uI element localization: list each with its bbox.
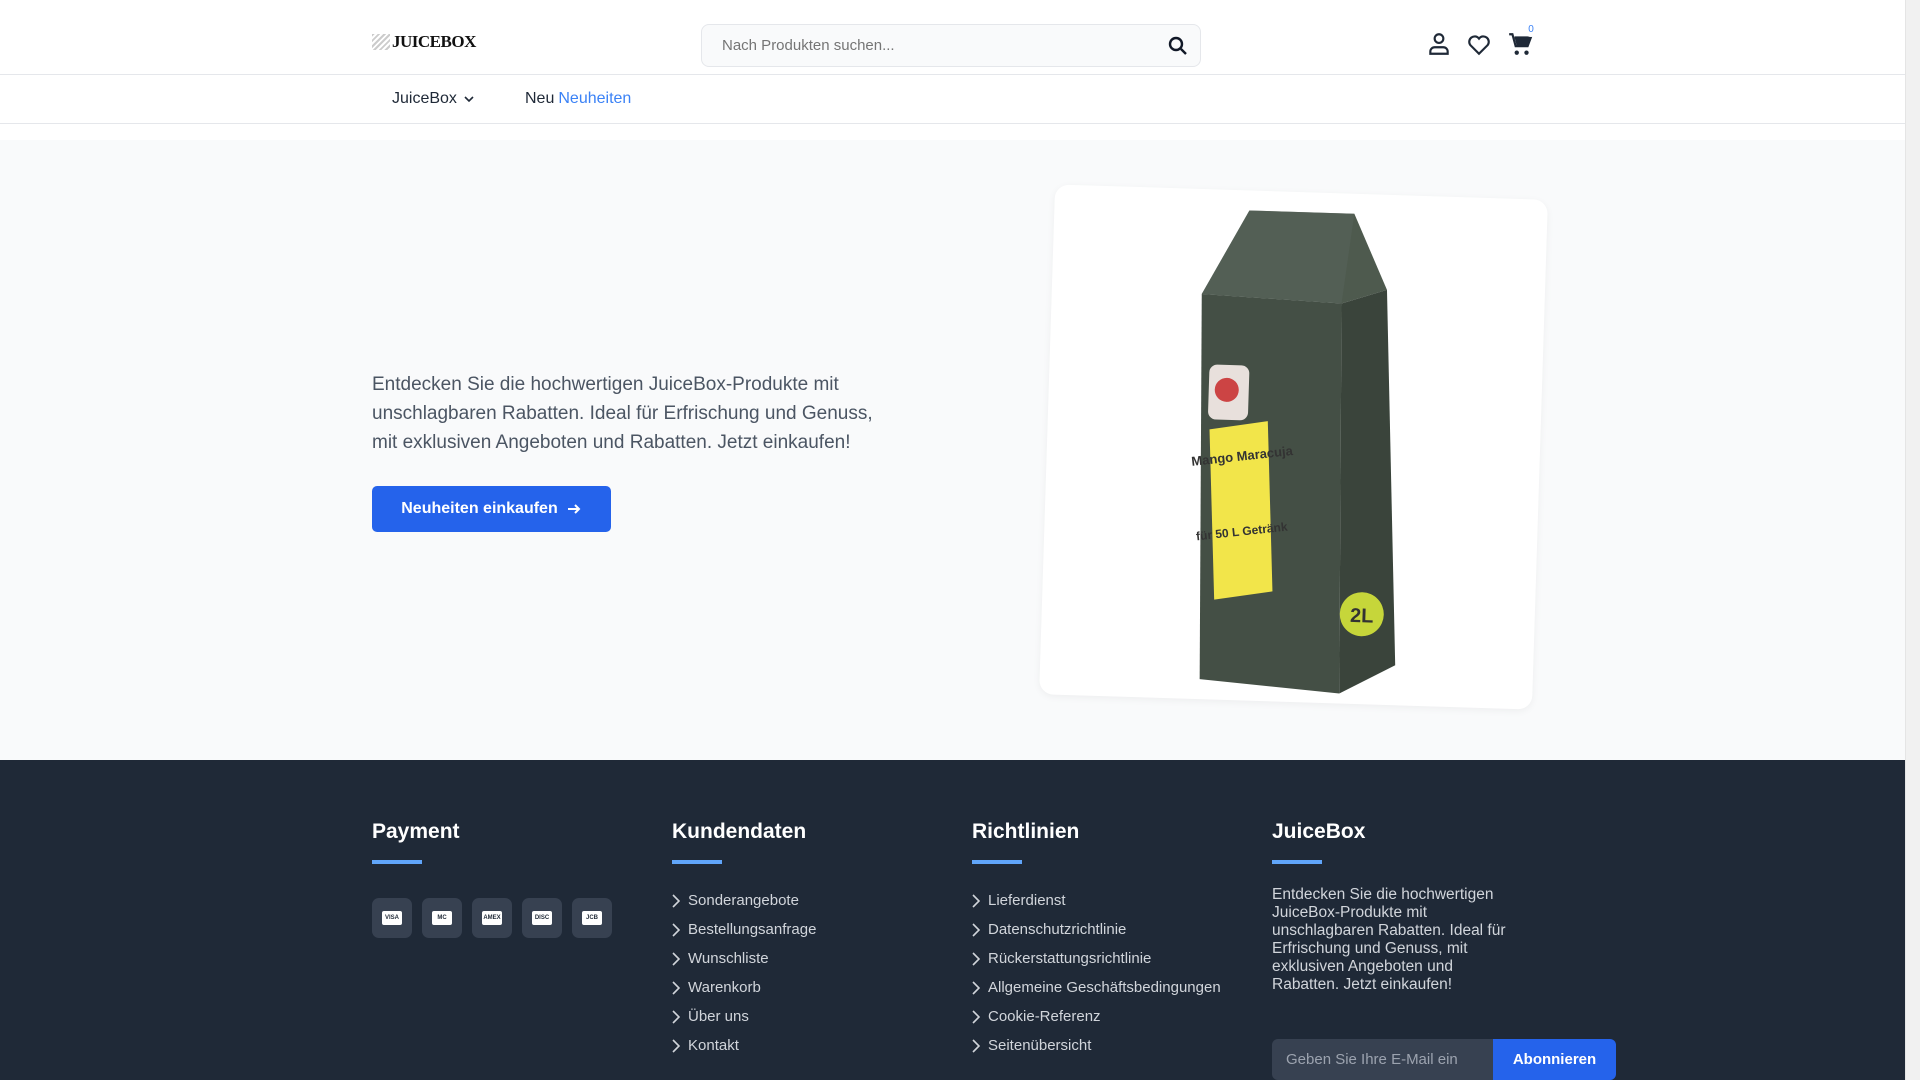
footer-link-label: Bestellungsanfrage [688, 921, 817, 938]
hero-section: Entdecken Sie die hochwertigen JuiceBox-… [0, 140, 1905, 760]
chevron-right-icon [672, 893, 680, 908]
search-input[interactable] [702, 25, 1142, 66]
heading-underline [672, 860, 722, 864]
shop-new-label: Neuheiten einkaufen [401, 500, 558, 517]
footer-link[interactable]: Über uns [672, 1002, 816, 1031]
logo-mark-icon [372, 34, 390, 50]
hero-text: Entdecken Sie die hochwertigen JuiceBox-… [372, 374, 873, 453]
footer-link-label: Seitenübersicht [988, 1037, 1092, 1054]
footer-link-label: Sonderangebote [688, 892, 799, 909]
footer-link[interactable]: Wunschliste [672, 944, 816, 973]
footer-juicebox: JuiceBox Entdecken Sie die hochwertigen … [1272, 820, 1616, 1080]
footer-link[interactable]: Sonderangebote [672, 886, 816, 915]
visa-icon: VISA [372, 898, 412, 938]
footer-link[interactable]: Kontakt [672, 1031, 816, 1060]
card-label: MC [432, 911, 452, 925]
product-image-card: Mango Maracuja für 50 L Getränk 2L [1039, 184, 1548, 710]
footer-link-label: Kontakt [688, 1037, 739, 1054]
arrow-right-icon [567, 504, 581, 514]
logo[interactable]: JUICEBOX [372, 32, 476, 52]
main-nav: JuiceBox Neu Neuheiten [0, 75, 1905, 124]
footer-link-label: Rückerstattungsrichtlinie [988, 950, 1152, 967]
user-icon[interactable] [1426, 31, 1452, 57]
subscribe-button[interactable]: Abonnieren [1493, 1039, 1616, 1080]
chevron-down-icon [464, 96, 474, 103]
footer-link-label: Warenkorb [688, 979, 761, 996]
discover-icon: DISC [522, 898, 562, 938]
search-icon[interactable] [1166, 34, 1190, 58]
nav-new-link[interactable]: Neuheiten [558, 90, 631, 107]
mastercard-icon: MC [422, 898, 462, 938]
newsletter-form: Abonnieren [1272, 1039, 1616, 1080]
heading-underline [972, 860, 1022, 864]
footer-payment: Payment VISA MC AMEX DISC JCB [372, 820, 612, 938]
chevron-right-icon [672, 980, 680, 995]
footer-link-label: Lieferdienst [988, 892, 1066, 909]
footer-richtlinien: Richtlinien Lieferdienst Datenschutzricht… [972, 820, 1221, 1060]
footer-link-label: Allgemeine Geschäftsbedingungen [988, 979, 1221, 996]
footer-link-label: Datenschutzrichtlinie [988, 921, 1127, 938]
footer-link[interactable]: Lieferdienst [972, 886, 1221, 915]
wishlist-heart-icon[interactable] [1466, 31, 1492, 57]
footer-link-label: Über uns [688, 1008, 749, 1025]
juicebox-product-image: Mango Maracuja für 50 L Getränk 2L [1191, 210, 1396, 694]
chevron-right-icon [672, 1009, 680, 1024]
footer-heading: JuiceBox [1272, 820, 1366, 843]
chevron-right-icon [972, 1038, 980, 1053]
footer-link[interactable]: Bestellungsanfrage [672, 915, 816, 944]
amex-icon: AMEX [472, 898, 512, 938]
cart-count-badge: 0 [1524, 23, 1538, 37]
card-label: JCB [582, 911, 602, 925]
scrollbar[interactable] [1905, 0, 1920, 1080]
chevron-right-icon [972, 922, 980, 937]
chevron-right-icon [972, 1009, 980, 1024]
footer-link[interactable]: Seitenübersicht [972, 1031, 1221, 1060]
footer-link-label: Wunschliste [688, 950, 769, 967]
footer-link[interactable]: Warenkorb [672, 973, 816, 1002]
footer-heading: Richtlinien [972, 820, 1080, 843]
footer-link-label: Cookie-Referenz [988, 1008, 1101, 1025]
footer: Payment VISA MC AMEX DISC JCB Kundendate… [0, 760, 1905, 1080]
card-label: DISC [532, 911, 552, 925]
chevron-right-icon [672, 922, 680, 937]
footer-link[interactable]: Rückerstattungsrichtlinie [972, 944, 1221, 973]
shop-new-button[interactable]: Neuheiten einkaufen [372, 486, 611, 532]
footer-about-text: Entdecken Sie die hochwertigen JuiceBox-… [1272, 886, 1506, 993]
header: JUICEBOX 0 [0, 0, 1905, 75]
newsletter-email-input[interactable] [1272, 1039, 1493, 1080]
search-bar [701, 24, 1201, 67]
footer-heading: Kundendaten [672, 820, 807, 843]
product-size-label: 2L [1350, 605, 1374, 628]
heading-underline [372, 860, 422, 864]
nav-juicebox-dropdown[interactable]: JuiceBox [392, 90, 475, 108]
chevron-right-icon [672, 1038, 680, 1053]
card-label: VISA [382, 911, 402, 925]
card-label: AMEX [482, 911, 502, 925]
nav-new-prefix: Neu [525, 90, 555, 107]
chevron-right-icon [972, 893, 980, 908]
chevron-right-icon [972, 980, 980, 995]
chevron-right-icon [972, 951, 980, 966]
nav-new[interactable]: Neu Neuheiten [525, 90, 631, 108]
footer-link[interactable]: Datenschutzrichtlinie [972, 915, 1221, 944]
heading-underline [1272, 860, 1322, 864]
footer-kundendaten: Kundendaten Sonderangebote Bestellungsanf… [672, 820, 816, 1060]
chevron-right-icon [672, 951, 680, 966]
footer-link[interactable]: Allgemeine Geschäftsbedingungen [972, 973, 1221, 1002]
jcb-icon: JCB [572, 898, 612, 938]
logo-text: JUICEBOX [392, 32, 476, 51]
nav-juicebox-label: JuiceBox [392, 90, 457, 107]
footer-heading: Payment [372, 820, 460, 843]
footer-link[interactable]: Cookie-Referenz [972, 1002, 1221, 1031]
